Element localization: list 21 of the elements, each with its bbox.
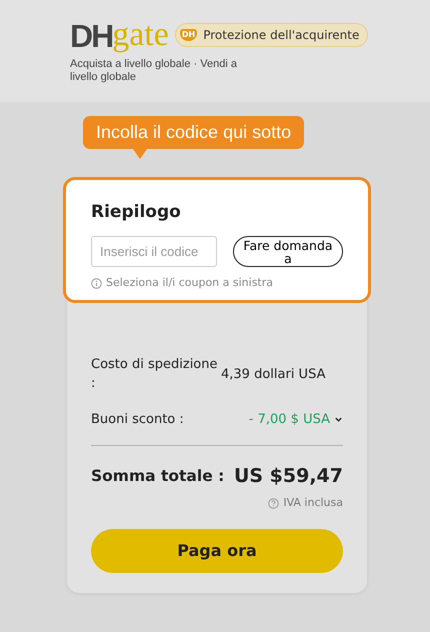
tooltip-pointer [133, 149, 147, 159]
coupon-code-field[interactable]: Inserisci il codice [91, 236, 217, 268]
logo[interactable]: DHgate [70, 18, 169, 52]
discount-value: - 7,00 $ USA [248, 410, 330, 429]
help-icon [268, 498, 280, 509]
chevron-down-icon[interactable] [334, 415, 343, 424]
buyer-protection-badge: DH Protezione dell'acquirente [174, 23, 368, 47]
shield-icon: DH [180, 28, 198, 42]
summary-value: 4,39 dollari USA [221, 366, 326, 384]
tagline: Acquista a livello globale · Vendi a livello globale [70, 58, 238, 84]
apply-button[interactable]: Fare domanda a [233, 236, 343, 268]
total-label: Somma totale : [91, 466, 224, 488]
summary-label: Buoni sconto : [91, 410, 185, 429]
tax-note: IVA inclusa [283, 494, 343, 511]
info-icon [91, 278, 102, 290]
tooltip-bubble: Incolla il codice qui sotto [83, 116, 304, 149]
coupon-hint: Seleziona il/i coupon a sinistra [106, 275, 274, 292]
total-amount: US $59,47 [234, 464, 343, 490]
summary-title: Riepilogo [91, 202, 182, 222]
pay-button[interactable]: Paga ora [91, 529, 343, 574]
summary-label: Costo di spedizione : [91, 356, 218, 394]
